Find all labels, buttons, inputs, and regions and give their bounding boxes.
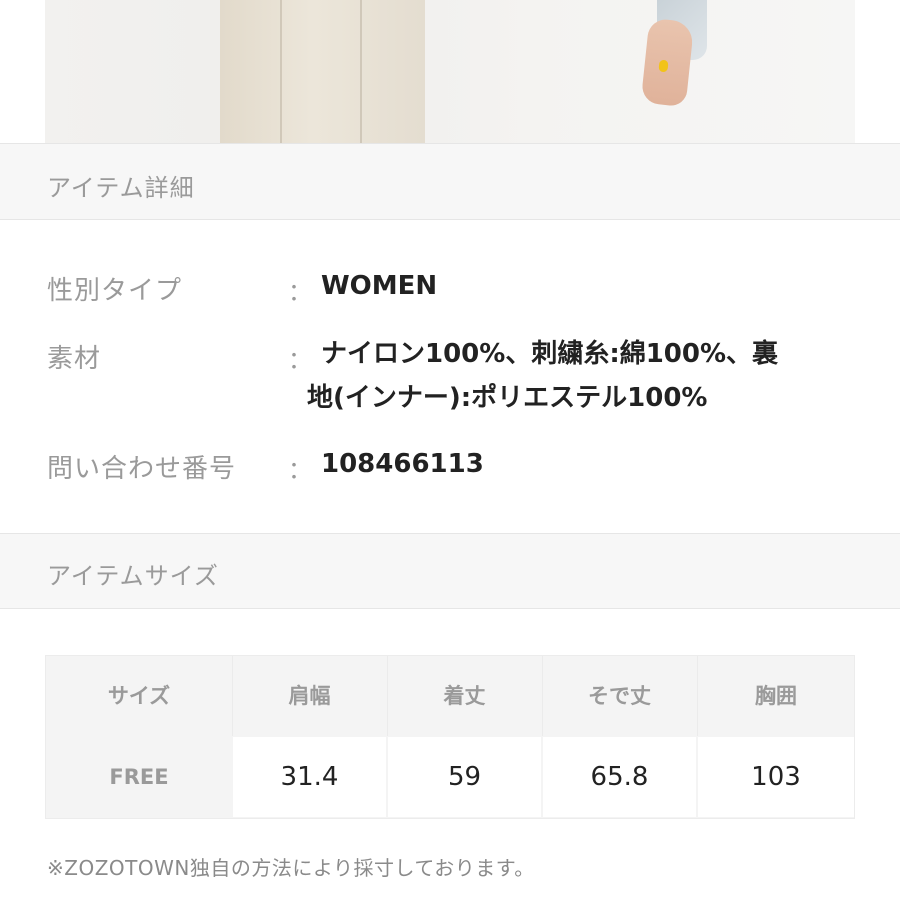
column-header-chest: 胸囲 xyxy=(755,684,797,708)
gender-label: 性別タイプ xyxy=(47,276,183,306)
pants-image-area xyxy=(220,0,425,143)
column-divider xyxy=(697,656,698,736)
colon-separator: ： xyxy=(288,278,312,306)
inquiry-number-label: 問い合わせ番号 xyxy=(47,454,237,484)
cell-length: 59 xyxy=(388,737,541,817)
material-value-line1: ナイロン100%、刺繍糸:綿100%、裏 xyxy=(321,339,779,369)
pleat-line xyxy=(360,0,362,143)
item-detail-section-header: アイテム詳細 xyxy=(0,143,900,220)
item-size-section-header: アイテムサイズ xyxy=(0,533,900,609)
column-header-shoulder-width: 肩幅 xyxy=(288,684,331,708)
item-size-title: アイテムサイズ xyxy=(47,562,219,590)
pleat-line xyxy=(280,0,282,143)
material-label: 素材 xyxy=(47,344,102,374)
colon-separator: ： xyxy=(288,456,312,484)
colon-separator: ： xyxy=(288,346,312,374)
column-divider xyxy=(232,656,233,736)
material-value: ナイロン100%、刺繍糸:綿100%、裏 地(インナー):ポリエステル100% xyxy=(307,332,861,420)
size-table: サイズ 肩幅 着丈 そで丈 胸囲 FREE 31.4 59 65.8 103 xyxy=(45,655,855,819)
column-divider xyxy=(542,656,543,736)
cell-chest: 103 xyxy=(698,737,854,817)
item-detail-title: アイテム詳細 xyxy=(47,174,195,202)
measurement-note: ※ZOZOTOWN独自の方法により採寸しております。 xyxy=(47,856,535,880)
product-photo[interactable] xyxy=(45,0,855,143)
row-header-size-free: FREE xyxy=(109,765,169,789)
column-divider xyxy=(387,656,388,736)
material-value-line2: 地(インナー):ポリエステル100% xyxy=(307,383,708,413)
column-header-size: サイズ xyxy=(107,684,171,708)
gender-value: WOMEN xyxy=(321,271,438,301)
column-header-sleeve-length: そで丈 xyxy=(588,684,651,708)
inquiry-number-value: 108466113 xyxy=(321,449,484,479)
column-header-length: 着丈 xyxy=(443,684,486,708)
cell-sleeve-length: 65.8 xyxy=(543,737,696,817)
cell-shoulder-width: 31.4 xyxy=(233,737,386,817)
